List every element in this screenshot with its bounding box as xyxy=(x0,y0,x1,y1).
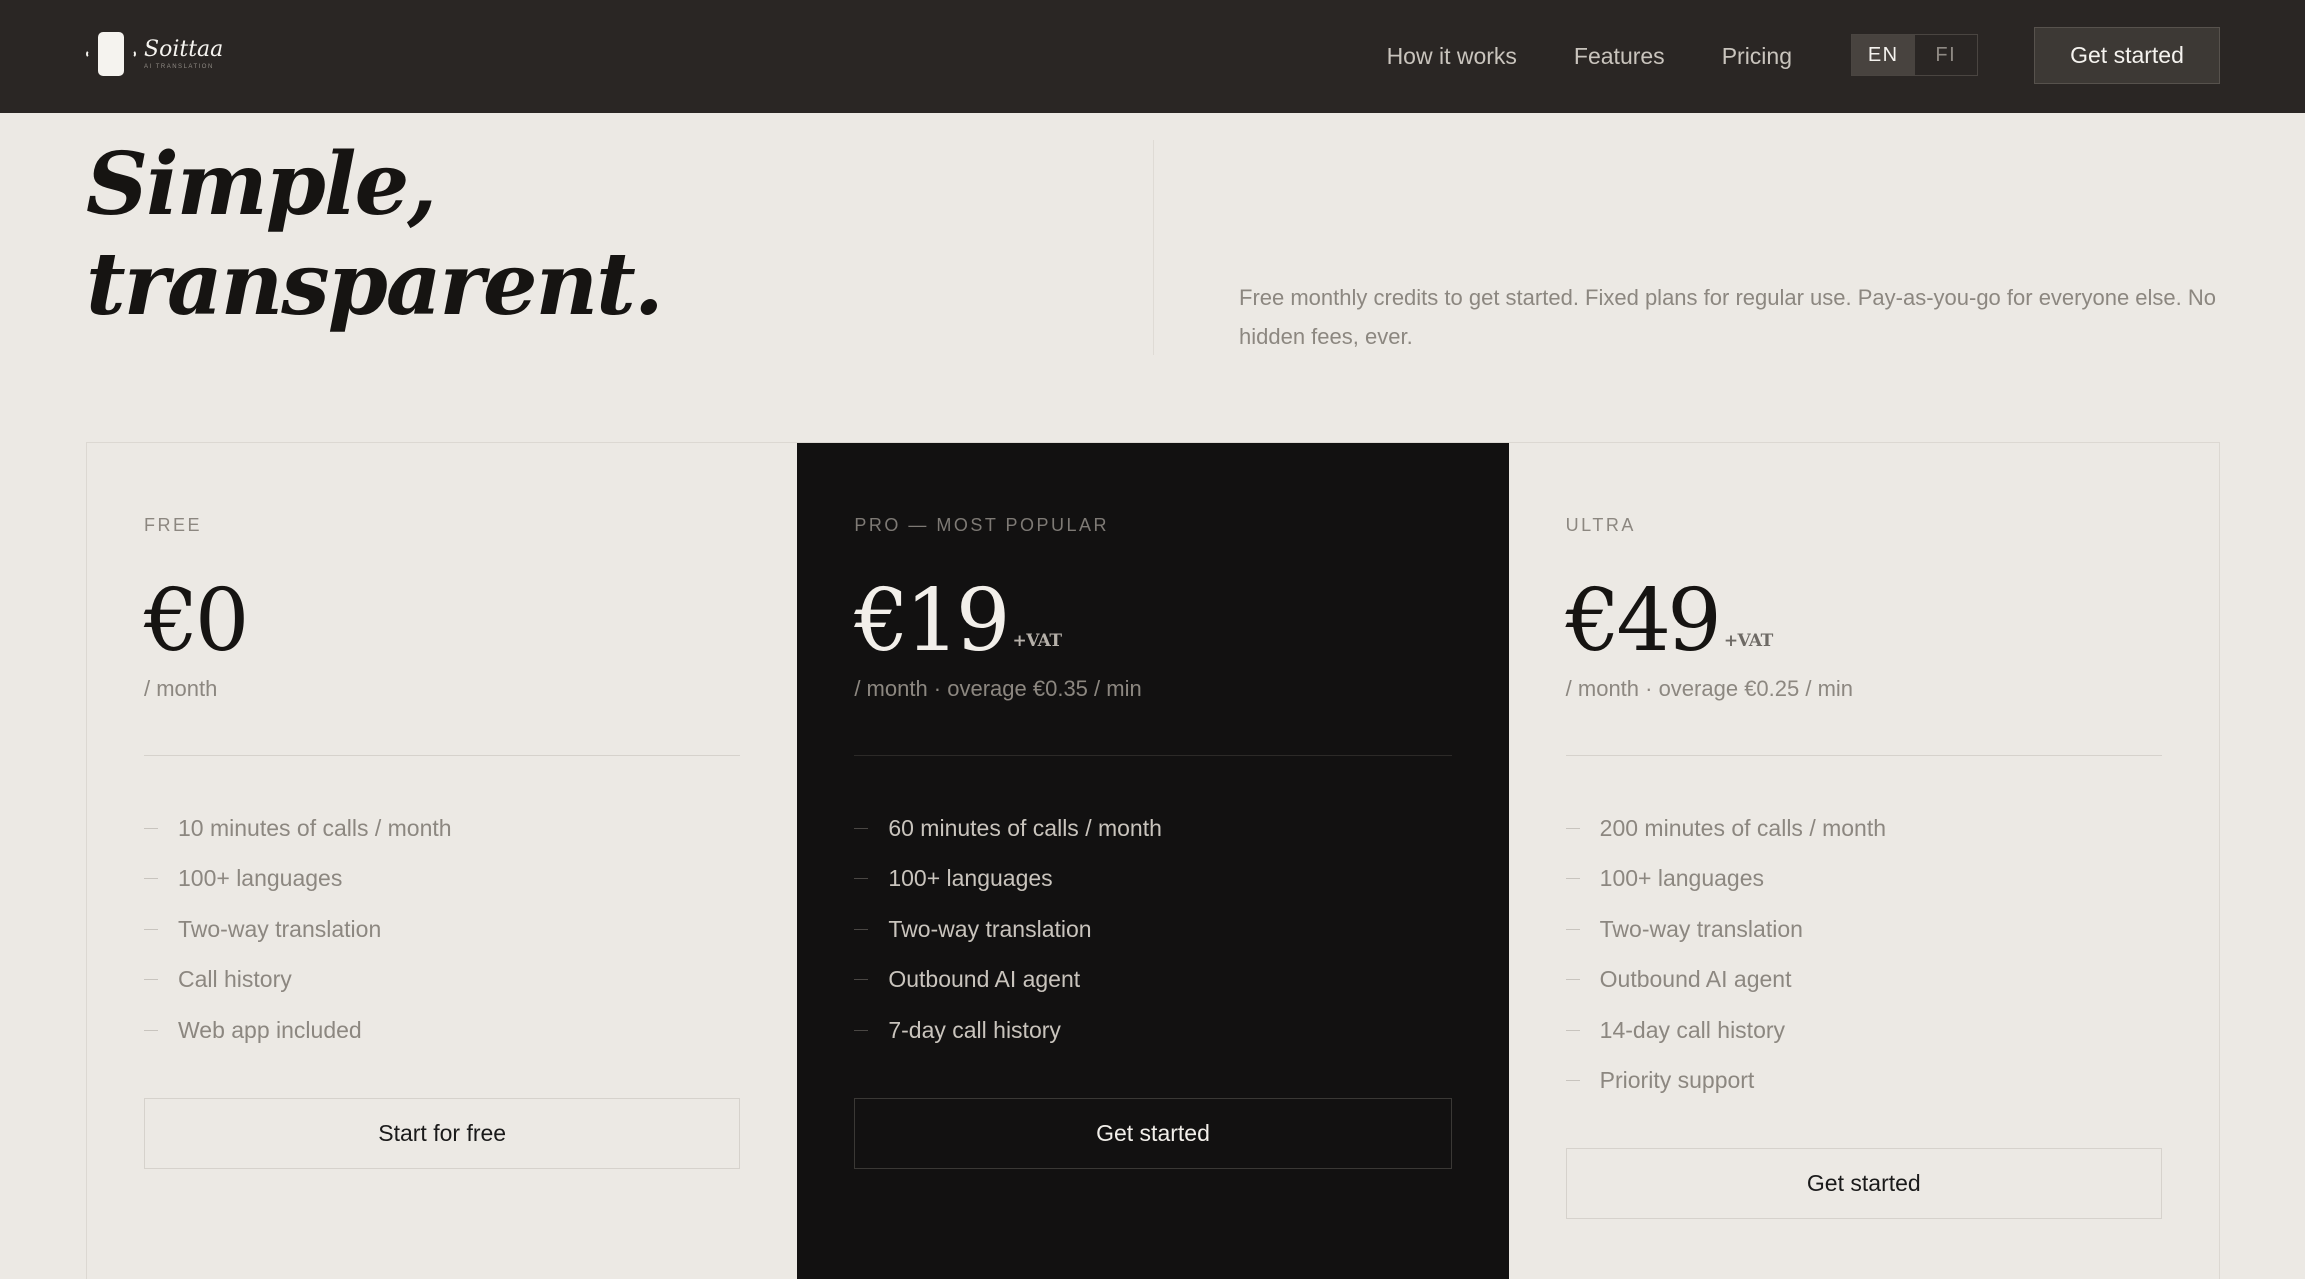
feature-list: 10 minutes of calls / month 100+ languag… xyxy=(144,803,740,1056)
dash-icon xyxy=(144,979,158,981)
page-title: Simple, transparent. xyxy=(86,134,664,335)
feature-item: 60 minutes of calls / month xyxy=(854,803,1451,854)
dash-icon xyxy=(1565,878,1580,880)
feature-list: 200 minutes of calls / month 100+ langua… xyxy=(1565,803,2162,1107)
plan-period: / month xyxy=(144,676,218,701)
nav-features[interactable]: Features xyxy=(1574,43,1665,70)
feature-item: Two-way translation xyxy=(854,904,1451,955)
vat-label: +VAT xyxy=(1012,631,1062,651)
dash-icon xyxy=(1565,979,1580,981)
feature-item: 100+ languages xyxy=(854,854,1451,905)
feature-item: Two-way translation xyxy=(1565,904,2162,955)
nav-how-it-works[interactable]: How it works xyxy=(1387,43,1517,70)
feature-list: 60 minutes of calls / month 100+ languag… xyxy=(854,803,1451,1056)
feature-item: Web app included xyxy=(144,1005,740,1056)
feature-item: 7-day call history xyxy=(854,1005,1451,1056)
feature-item: Outbound AI agent xyxy=(1565,955,2162,1006)
vat-label: +VAT xyxy=(1723,631,1774,651)
language-switcher: EN FI xyxy=(1851,34,1978,76)
dash-icon xyxy=(144,928,158,930)
pro-get-started-button[interactable]: Get started xyxy=(854,1098,1452,1169)
title-line-1: Simple, xyxy=(86,134,437,235)
pricing-plans: FREE €0 / month 10 minutes of calls / mo… xyxy=(86,442,2220,1279)
plan-period: / month · overage €0.25 / min xyxy=(1565,676,1854,701)
dash-icon xyxy=(144,1029,158,1031)
plan-card-ultra: ULTRA €49 +VAT / month · overage €0.25 /… xyxy=(1509,443,2219,1279)
dash-icon xyxy=(1565,928,1580,930)
feature-item: 200 minutes of calls / month xyxy=(1565,803,2162,854)
header-get-started-button[interactable]: Get started xyxy=(2034,27,2220,84)
divider xyxy=(854,755,1452,756)
lang-fi-button[interactable]: FI xyxy=(1915,35,1978,75)
feature-item: Call history xyxy=(144,955,740,1006)
dash-icon xyxy=(854,928,869,930)
divider xyxy=(144,755,741,756)
divider xyxy=(1565,755,2162,756)
dash-icon xyxy=(854,1029,869,1031)
feature-item: Two-way translation xyxy=(144,904,740,955)
dash-icon xyxy=(1565,827,1580,829)
dash-icon xyxy=(144,827,158,829)
logo-tagline: AI TRANSLATION xyxy=(144,63,214,70)
plan-name: FREE xyxy=(144,515,203,535)
ultra-get-started-button[interactable]: Get started xyxy=(1565,1148,2162,1219)
site-header: Soittaa AI TRANSLATION How it works Feat… xyxy=(0,0,2305,113)
main-nav: How it works Features Pricing xyxy=(1387,0,1792,113)
plan-price: €19 xyxy=(854,571,1010,671)
dash-icon xyxy=(1565,1080,1580,1082)
start-free-button[interactable]: Start for free xyxy=(144,1098,741,1169)
feature-item: Priority support xyxy=(1565,1056,2162,1107)
plan-price: €0 xyxy=(144,571,249,671)
plan-period: / month · overage €0.35 / min xyxy=(854,676,1142,701)
title-line-2: transparent. xyxy=(86,234,664,335)
dash-icon xyxy=(144,878,158,880)
feature-item: 14-day call history xyxy=(1565,1005,2162,1056)
plan-card-pro: PRO — MOST POPULAR €19 +VAT / month · ov… xyxy=(797,443,1509,1279)
logo[interactable]: Soittaa AI TRANSLATION xyxy=(86,30,223,78)
plan-name: ULTRA xyxy=(1565,515,1636,535)
feature-item: 100+ languages xyxy=(1565,854,2162,905)
dash-icon xyxy=(854,827,869,829)
plan-name: PRO — MOST POPULAR xyxy=(854,515,1110,535)
feature-item: 10 minutes of calls / month xyxy=(144,803,740,854)
feature-item: Outbound AI agent xyxy=(854,955,1451,1006)
dash-icon xyxy=(854,878,869,880)
hero-divider xyxy=(1153,140,1154,355)
plan-price: €49 xyxy=(1565,571,1722,671)
feature-item: 100+ languages xyxy=(144,854,740,905)
dash-icon xyxy=(854,979,869,981)
nav-pricing[interactable]: Pricing xyxy=(1722,43,1792,70)
hero-description: Free monthly credits to get started. Fix… xyxy=(1239,285,2217,349)
phone-logo-icon xyxy=(86,30,136,78)
lang-en-button[interactable]: EN xyxy=(1852,35,1915,75)
dash-icon xyxy=(1565,1029,1580,1031)
plan-card-free: FREE €0 / month 10 minutes of calls / mo… xyxy=(87,443,797,1279)
logo-name: Soittaa xyxy=(144,36,224,62)
